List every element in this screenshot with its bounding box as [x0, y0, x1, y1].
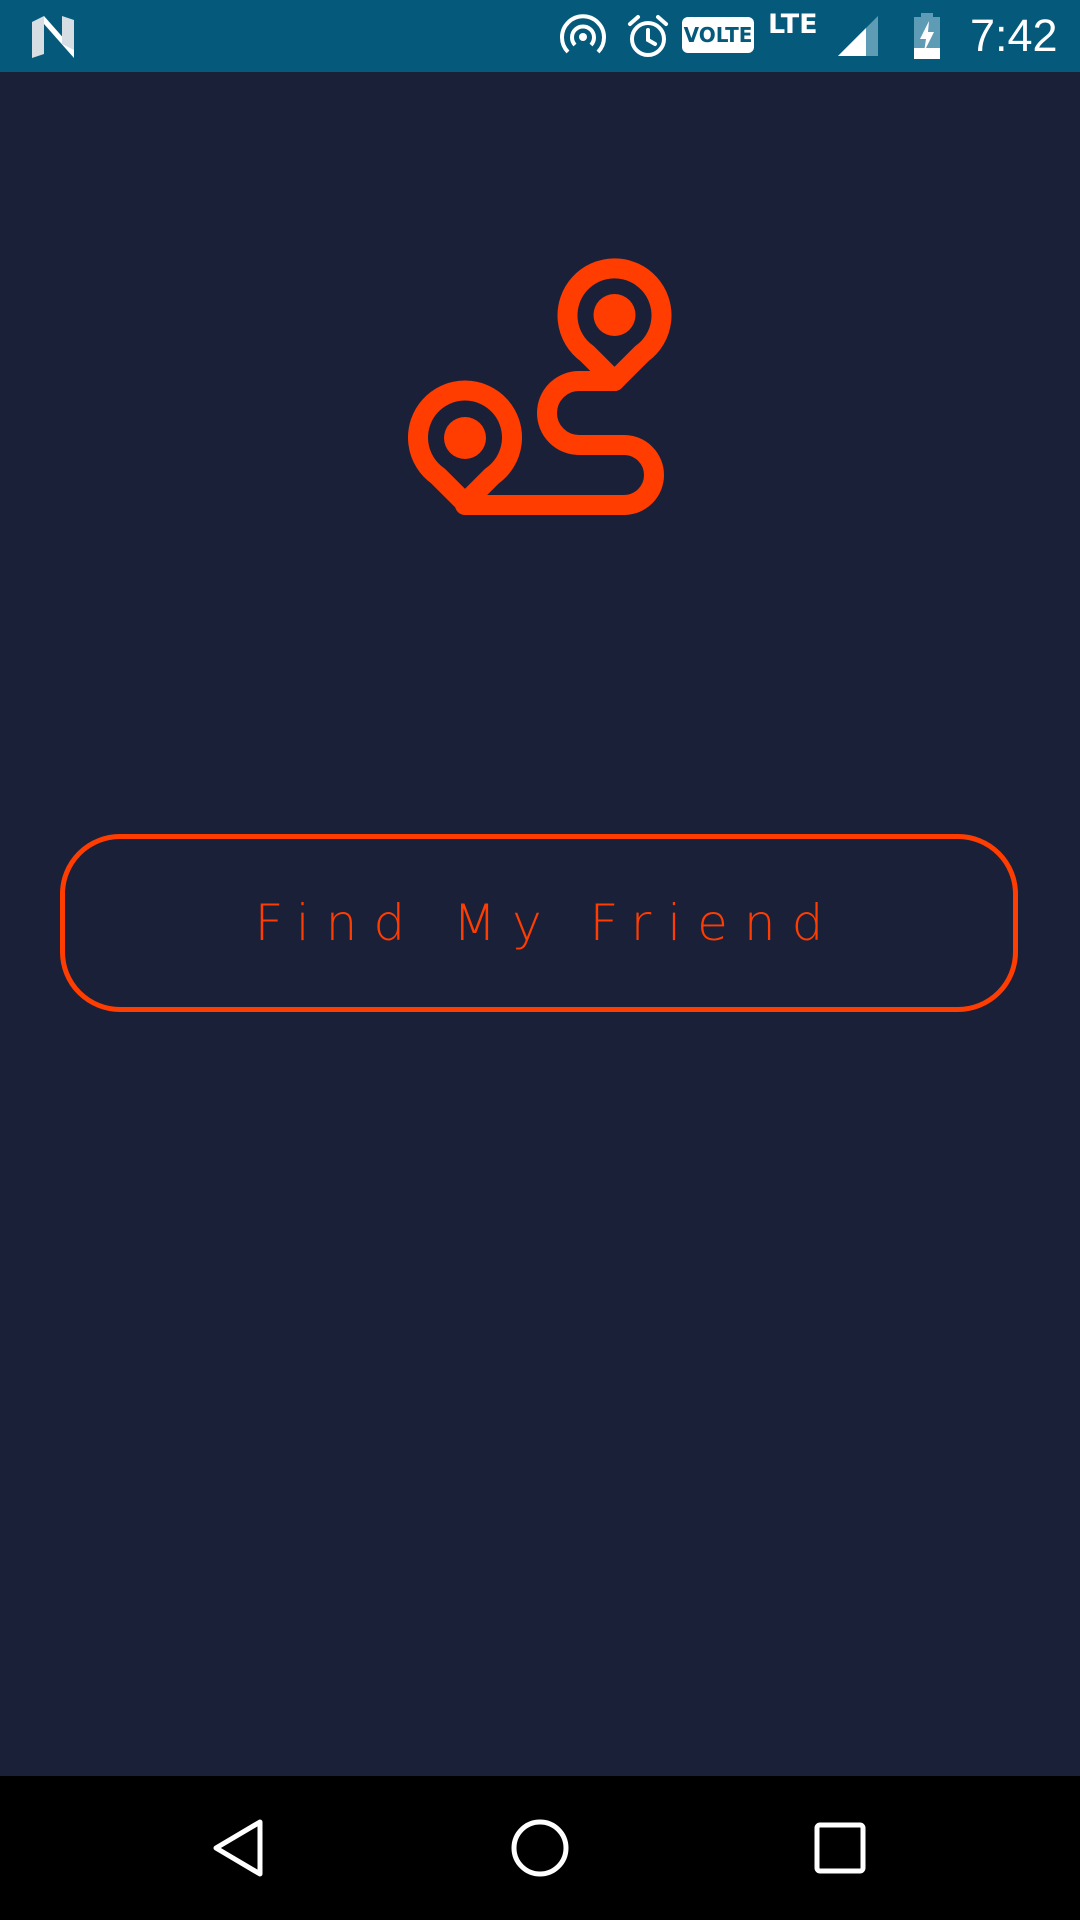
alarm-icon — [628, 15, 668, 57]
route-pins-icon — [408, 258, 672, 515]
clock: 7:42 — [970, 10, 1058, 61]
find-my-friend-button[interactable]: Find My Friend — [60, 834, 1018, 1012]
battery-charging-icon — [914, 13, 940, 59]
recents-icon — [814, 1822, 866, 1874]
status-bar: VOLTE LTE 7:42 — [0, 0, 1080, 72]
navigation-bar — [0, 1776, 1080, 1920]
network-type-label: LTE — [768, 9, 818, 40]
home-button[interactable] — [468, 1776, 612, 1920]
volte-badge: VOLTE — [682, 17, 754, 53]
recents-button[interactable] — [768, 1776, 912, 1920]
signal-icon — [838, 16, 878, 56]
android-n-icon — [32, 16, 74, 58]
find-my-friend-button-label: Find My Friend — [254, 894, 840, 952]
hotspot-icon — [560, 14, 606, 54]
home-icon — [511, 1819, 569, 1877]
back-icon — [213, 1819, 263, 1877]
back-button[interactable] — [168, 1776, 312, 1920]
